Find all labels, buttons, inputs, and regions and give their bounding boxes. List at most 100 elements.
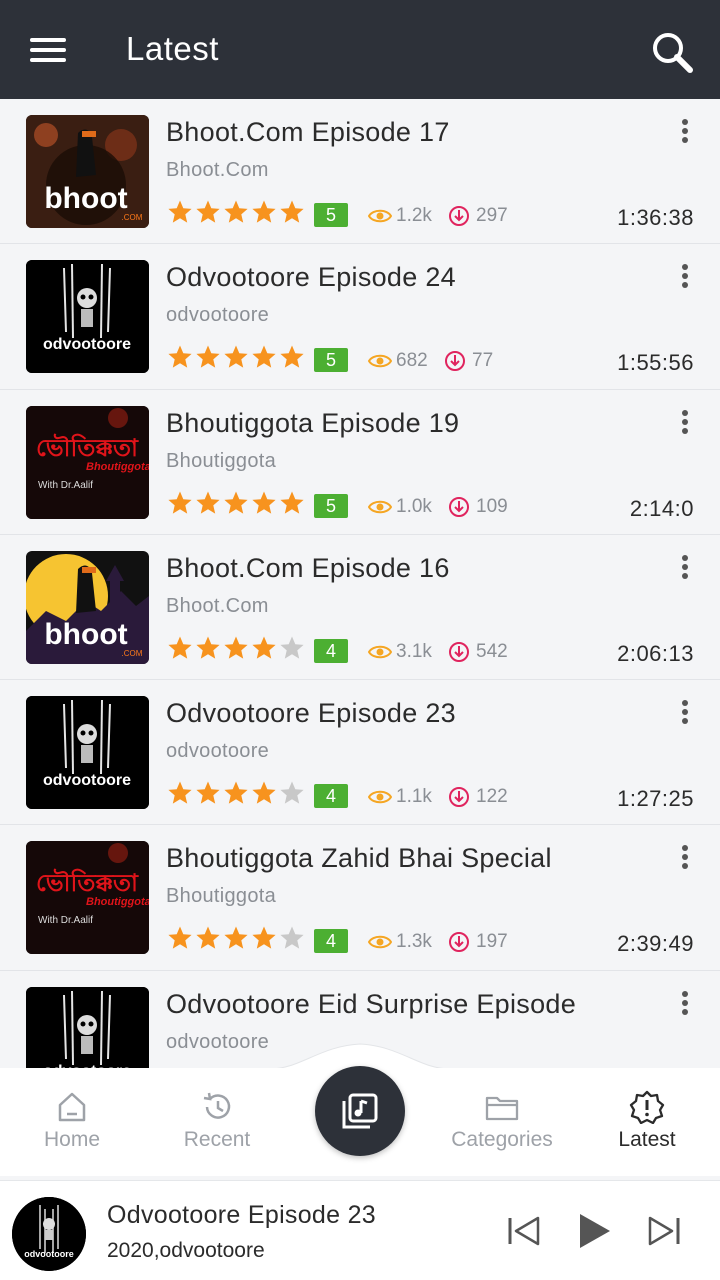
eye-icon [368,790,392,804]
episode-show: odvootoore [166,304,270,327]
episode-duration: 1:27:25 [617,786,694,812]
thumb-logo: odvootoore [43,772,131,789]
episode-row[interactable]: ভৌতিক্কতা Bhoutiggota With Dr.Aalif Bhoutig… [0,390,720,535]
eye-icon [368,355,392,368]
episode-row[interactable]: bhoot .COM Bhoot.Com Episode 16 Bhoot.Com 4 3… [0,535,720,681]
rating-stars [166,199,306,225]
hamburger-icon[interactable] [30,38,66,66]
player-artwork: odvootoore [12,1197,86,1271]
rating-badge: 4 [314,929,348,954]
download-count: 297 [448,205,508,227]
history-icon [199,1090,235,1124]
more-vertical-icon[interactable] [680,554,690,581]
download-count-value: 122 [476,786,508,808]
download-count-value: 197 [476,931,508,953]
thumb-host: With Dr.Aalif [38,915,93,926]
player-title: Odvootoore Episode 23 [107,1201,376,1229]
nav-home[interactable]: Home [7,1090,137,1152]
more-vertical-icon[interactable] [680,990,690,1017]
episode-list: bhoot .COM Bhoot.Com Episode 17 Bhoot.Com 5 1… [0,99,720,1117]
skip-previous-icon[interactable] [504,1211,544,1251]
more-vertical-icon[interactable] [680,700,690,726]
thumb-title-bn: ভৌতিক্কতা [36,433,139,462]
app-root: Latest bhoot .COM Bhoot.Com Episode 17 Bhoo… [0,0,720,1280]
home-icon [54,1090,90,1124]
rating-badge: 4 [314,638,348,663]
download-circle-icon [445,351,465,372]
page-title: Latest [126,30,219,67]
mini-player[interactable]: odvootoore Odvootoore Episode 23 2020,od… [0,1180,720,1280]
view-count: 1.1k [368,786,432,808]
thumb-host: With Dr.Aalif [38,480,93,491]
eye-icon [368,645,392,659]
nav-recent-label: Recent [183,1128,251,1151]
view-count: 1.2k [368,205,432,227]
nav-categories[interactable]: Categories [437,1090,567,1152]
download-count-value: 542 [476,640,508,662]
music-library-button[interactable] [315,1066,405,1156]
thumb-logo: bhoot [44,182,127,215]
episode-title: Odvootoore Episode 23 [166,698,456,729]
view-count: 682 [368,350,428,372]
episode-title: Odvootoore Episode 24 [166,262,456,293]
view-count-value: 1.2k [396,205,432,226]
episode-title: Odvootoore Eid Surprise Episode [166,988,577,1019]
episode-duration: 2:39:49 [617,931,694,957]
episode-row[interactable]: odvootoore Odvootoore Episode 23 odvootoor… [0,680,720,826]
episode-show: odvootoore [166,740,270,763]
thumb-title-bn: ভৌতিক্কতা [36,868,139,897]
episode-thumbnail: bhoot .COM [26,115,149,228]
episode-row[interactable]: ভৌতিক্কতা Bhoutiggota With Dr.Aalif Bhoutig… [0,825,720,971]
episode-duration: 1:36:38 [617,205,694,230]
player-artwork-logo: odvootoore [24,1249,74,1259]
episode-duration: 2:06:13 [617,640,694,666]
rating-stars [166,780,306,806]
nav-home-label: Home [43,1128,101,1151]
episode-row[interactable]: bhoot .COM Bhoot.Com Episode 17 Bhoot.Com 5 1… [0,99,720,245]
episode-thumbnail: ভৌতিক্কতা Bhoutiggota With Dr.Aalif [26,405,149,519]
more-vertical-icon[interactable] [680,845,690,871]
view-count-value: 3.1k [396,640,432,662]
view-count: 1.0k [368,496,432,518]
rating-stars [166,635,306,661]
thumb-logo: odvootoore [43,336,131,353]
episode-row[interactable]: odvootoore Odvootoore Episode 24 odvootoor… [0,244,720,390]
nav-recent[interactable]: Recent [152,1090,282,1152]
download-count: 542 [448,641,508,663]
skip-next-icon[interactable] [644,1211,684,1251]
more-vertical-icon[interactable] [680,119,690,145]
download-circle-icon [449,932,469,953]
download-count: 77 [444,350,493,372]
play-icon[interactable] [574,1211,614,1251]
episode-thumbnail: ভৌতিক্কতা Bhoutiggota With Dr.Aalif [26,841,149,955]
view-count-value: 1.0k [396,495,432,517]
more-vertical-icon[interactable] [680,409,690,436]
view-count-value: 682 [396,350,428,372]
episode-show: Bhoot.Com [166,594,269,617]
episode-show: Bhoot.Com [166,159,269,181]
view-count-value: 1.3k [396,931,432,953]
rating-stars [166,490,306,516]
nav-latest-label: Latest [618,1128,676,1151]
music-library-icon [342,1093,378,1129]
rating-stars [166,344,306,370]
episode-duration: 2:14:0 [629,495,694,521]
top-app-bar: Latest [0,0,720,99]
download-count: 197 [448,931,508,953]
download-count-value: 77 [472,350,494,372]
thumb-title-en: Bhoutiggota [86,896,149,908]
rating-badge: 5 [314,203,348,227]
more-vertical-icon[interactable] [680,264,690,290]
search-icon[interactable] [650,30,694,74]
download-count: 109 [448,496,508,518]
episode-thumbnail: odvootoore [26,260,149,374]
eye-icon [368,500,392,513]
nav-latest[interactable]: Latest [582,1090,712,1152]
player-subtitle: 2020,odvootoore [107,1239,265,1262]
eye-icon [368,936,392,949]
rating-stars [166,925,306,951]
episode-title: Bhoot.Com Episode 17 [166,117,450,147]
badge-alert-icon [629,1090,665,1125]
thumb-title-en: Bhoutiggota [86,461,149,473]
episode-thumbnail: bhoot .COM [26,550,149,664]
